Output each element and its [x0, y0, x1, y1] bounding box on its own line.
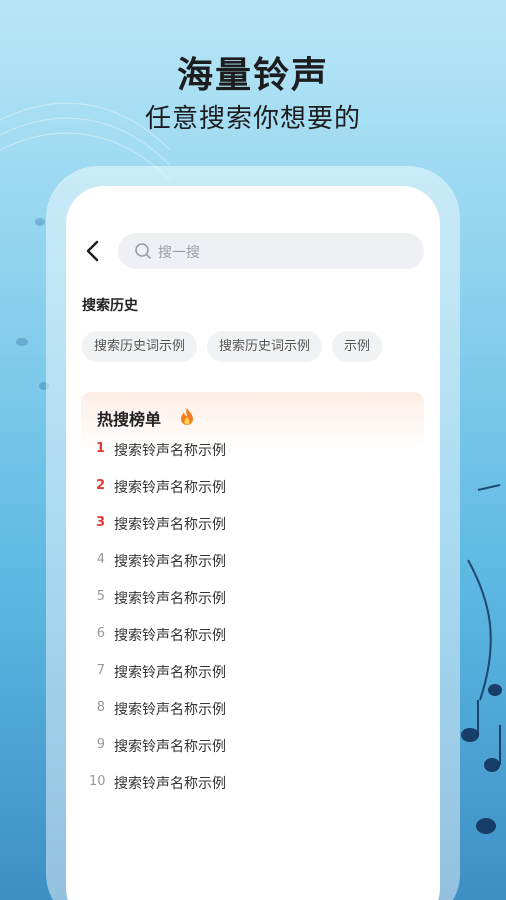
list-item[interactable]: 10 搜索铃声名称示例: [81, 771, 424, 808]
headline: 海量铃声: [176, 55, 329, 96]
list-item[interactable]: 9 搜索铃声名称示例: [81, 734, 424, 771]
rank-number: 8: [96, 700, 105, 715]
subline: 任意搜索你想要的: [144, 104, 361, 134]
rank-number: 9: [96, 737, 105, 752]
ringtone-name: 搜索铃声名称示例: [114, 776, 226, 792]
ringtone-name: 搜索铃声名称示例: [114, 480, 226, 496]
list-item[interactable]: 5 搜索铃声名称示例: [81, 586, 424, 623]
ringtone-name: 搜索铃声名称示例: [114, 554, 226, 570]
rank-number: 2: [95, 478, 105, 493]
ringtone-name: 搜索铃声名称示例: [114, 665, 226, 681]
list-item[interactable]: 4 搜索铃声名称示例: [81, 549, 424, 586]
list-item[interactable]: 2 搜索铃声名称示例: [81, 475, 424, 512]
rank-number: 5: [96, 589, 105, 604]
phone-screen: 搜一搜 搜索历史 搜索历史词示例 搜索历史词示例 示例 热搜榜单 1 搜索铃声名…: [66, 186, 440, 900]
list-item[interactable]: 8 搜索铃声名称示例: [81, 697, 424, 734]
fire-icon: [181, 408, 193, 425]
list-item[interactable]: 1 搜索铃声名称示例: [81, 438, 424, 475]
search-history-chips: 搜索历史词示例 搜索历史词示例 示例: [82, 331, 383, 362]
back-button[interactable]: [82, 238, 104, 264]
rank-number: 10: [89, 774, 106, 789]
history-chip[interactable]: 示例: [332, 331, 383, 362]
list-item[interactable]: 3 搜索铃声名称示例: [81, 512, 424, 549]
list-item[interactable]: 7 搜索铃声名称示例: [81, 660, 424, 697]
history-chip[interactable]: 搜索历史词示例: [207, 331, 323, 362]
rank-number: 3: [95, 515, 105, 530]
rank-number: 7: [96, 663, 105, 678]
search-input[interactable]: 搜一搜: [118, 233, 424, 269]
search-icon: [135, 243, 151, 259]
ringtone-name: 搜索铃声名称示例: [114, 443, 226, 459]
rank-number: 4: [96, 552, 105, 567]
ringtone-name: 搜索铃声名称示例: [114, 628, 226, 644]
ringtone-name: 搜索铃声名称示例: [114, 739, 226, 755]
ringtone-name: 搜索铃声名称示例: [114, 517, 226, 533]
chevron-left-icon: [86, 240, 99, 262]
hot-search-list: 1 搜索铃声名称示例 2 搜索铃声名称示例 3 搜索铃声名称示例 4 搜索铃声名…: [81, 438, 424, 808]
rank-number: 1: [95, 441, 105, 456]
rank-number: 6: [96, 626, 105, 641]
ringtone-name: 搜索铃声名称示例: [114, 591, 226, 607]
history-chip[interactable]: 搜索历史词示例: [82, 331, 198, 362]
search-history-title: 搜索历史: [82, 298, 138, 314]
search-placeholder: 搜一搜: [158, 245, 200, 261]
list-item[interactable]: 6 搜索铃声名称示例: [81, 623, 424, 660]
ringtone-name: 搜索铃声名称示例: [114, 702, 226, 718]
hot-search-title: 热搜榜单: [97, 410, 162, 429]
